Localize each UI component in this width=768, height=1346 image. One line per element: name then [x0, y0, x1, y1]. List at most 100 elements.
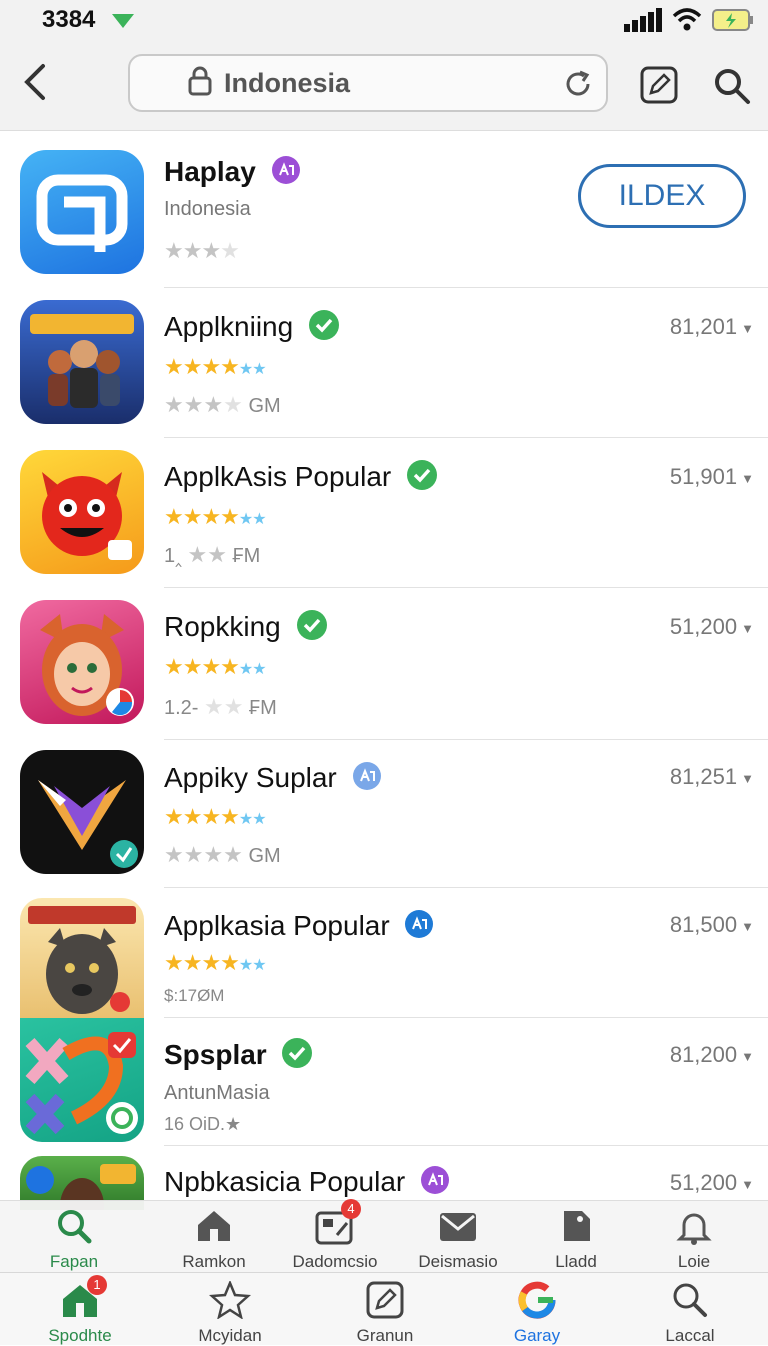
verified-icon: [282, 1038, 313, 1075]
category-fapan[interactable]: Fapan: [14, 1207, 134, 1272]
chevron-down-icon: ▼: [741, 770, 754, 786]
app-meta: 16 OiD.★: [164, 1114, 242, 1134]
verified-icon: [407, 460, 438, 497]
app-meta-text: GM: [248, 395, 281, 417]
rating-stars: ★★★★★★: [164, 654, 267, 679]
download-count[interactable]: 81,500 ▼: [670, 912, 754, 938]
category-lladd[interactable]: Lladd: [516, 1207, 636, 1272]
download-count-text: 51,200: [669, 614, 738, 639]
blue-tag-icon: [352, 762, 381, 797]
chevron-down-icon: ▼: [741, 918, 754, 934]
tab-garay[interactable]: Garay: [477, 1281, 597, 1346]
meta-stars: ★★★★: [164, 842, 243, 867]
tab-granun[interactable]: Granun: [325, 1281, 445, 1346]
tag-icon: [564, 1211, 590, 1241]
address-text: Indonesia: [224, 67, 351, 98]
rating-stars: ★★★★★★: [164, 804, 267, 829]
category-loie[interactable]: Loie: [634, 1207, 754, 1272]
home-icon: [198, 1211, 230, 1241]
app-title: ApplkAsis Popular: [164, 460, 438, 497]
notification-badge: 1: [87, 1275, 107, 1295]
download-count-text: 81,251: [669, 764, 738, 789]
download-count[interactable]: 51,901 ▼: [670, 464, 754, 490]
rating-stars: ★★★★★★: [164, 950, 267, 975]
download-count[interactable]: 81,251 ▼: [670, 764, 754, 790]
app-title-text: Appiky Suplar: [164, 762, 337, 793]
tab-label: Mcyidan: [198, 1326, 262, 1345]
app-title-text: Haplay: [164, 156, 256, 187]
status-time: 3384: [42, 6, 96, 33]
tab-label: Garay: [513, 1326, 561, 1345]
app-icon: [20, 750, 144, 874]
chevron-down-icon: ▼: [741, 1048, 754, 1064]
category-deismasio[interactable]: Deismasio: [398, 1207, 518, 1272]
app-row[interactable]: ApplkAsis Popular ★★★★★★ 1‸ ★★ ₣M 51,901…: [0, 438, 768, 588]
tab-spodhte[interactable]: 1 Spodhte: [20, 1275, 140, 1346]
meta-star-faded: ★: [223, 392, 243, 417]
app-meta-prefix: 1‸: [164, 545, 182, 567]
edit-icon: [640, 66, 678, 104]
app-meta-text: ₣M: [232, 545, 261, 567]
tab-laccal[interactable]: Laccal: [630, 1281, 750, 1346]
app-title: Applkasia Popular: [164, 910, 434, 945]
app-row[interactable]: Npbkasicia Popular 51,200 ▼: [0, 1146, 768, 1210]
search-icon: [715, 69, 750, 104]
reload-icon[interactable]: [562, 68, 594, 105]
app-row[interactable]: Applkniing ★★★★★★ ★★★★ GM 81,201 ▼: [0, 288, 768, 438]
notification-badge: 4: [341, 1199, 361, 1219]
app-meta-text: ₣M: [249, 697, 277, 719]
app-title: Appiky Suplar: [164, 762, 381, 797]
app-title: Haplay: [164, 156, 300, 191]
category-ramkon[interactable]: Ramkon: [154, 1207, 274, 1272]
wifi-icon: [672, 8, 702, 37]
search-button[interactable]: [712, 66, 752, 111]
tab-label: Granun: [356, 1326, 414, 1345]
app-title-text: Applkniing: [164, 310, 294, 342]
app-title-text: ApplkAsis Popular: [164, 460, 392, 492]
app-title: Spsplar: [164, 1038, 313, 1075]
top-bar: Indonesia: [0, 44, 768, 131]
google-icon: [518, 1281, 556, 1319]
app-row[interactable]: Ropkking ★★★★★★ 1.2- ★★ ₣M 51,200 ▼: [0, 588, 768, 740]
app-meta: $:17ØM: [164, 986, 225, 1005]
app-icon: [20, 150, 144, 274]
download-count[interactable]: 81,201 ▼: [670, 314, 754, 340]
download-count-text: 51,200: [669, 1170, 738, 1195]
verified-icon: [296, 610, 327, 647]
app-subtitle: Indonesia: [164, 198, 251, 220]
star-icon: [208, 1279, 252, 1320]
mail-icon: [440, 1213, 476, 1241]
edit-button[interactable]: [640, 66, 678, 109]
install-button[interactable]: ILDEX: [578, 164, 746, 228]
meta-stars: ★★: [187, 542, 227, 567]
app-row[interactable]: Spsplar AntunMasia 16 OiD.★ 81,200 ▼: [0, 1018, 768, 1146]
app-meta-text: GM: [248, 845, 281, 867]
download-count[interactable]: 81,200 ▼: [670, 1042, 754, 1068]
app-icon: [20, 450, 144, 574]
app-meta: 1‸ ★★ ₣M: [164, 542, 260, 568]
app-row[interactable]: Appiky Suplar ★★★★★★ ★★★★ GM 81,251 ▼: [0, 740, 768, 888]
back-icon: [24, 64, 45, 100]
app-meta: 1.2- ★★ ₣M: [164, 694, 277, 720]
search-icon: [58, 1210, 92, 1244]
app-icon: [20, 300, 144, 424]
status-icons: [624, 8, 754, 37]
download-count[interactable]: 51,200 ▼: [670, 1170, 754, 1196]
category-dadomcsio[interactable]: 4 Dadomcsio: [275, 1199, 395, 1272]
edit-icon: [366, 1281, 404, 1319]
app-icon: [20, 1018, 144, 1142]
app-title-text: Applkasia Popular: [164, 910, 390, 941]
app-row[interactable]: Applkasia Popular ★★★★★★ $:17ØM 81,500 ▼: [0, 888, 768, 1018]
status-bar: 3384: [0, 0, 768, 44]
download-count-text: 81,200: [669, 1042, 738, 1067]
download-count[interactable]: 51,200 ▼: [670, 614, 754, 640]
back-button[interactable]: [16, 62, 52, 102]
blue-tag-icon: [405, 910, 434, 945]
address-bar[interactable]: Indonesia: [128, 54, 608, 112]
featured-app-row[interactable]: Haplay Indonesia ★★★★ ILDEX: [0, 130, 768, 288]
tab-mcyidan[interactable]: Mcyidan: [170, 1279, 290, 1346]
app-title: Ropkking: [164, 610, 327, 647]
verified-icon: [308, 310, 339, 347]
category-label: Lladd: [555, 1252, 597, 1271]
app-icon: [20, 600, 144, 724]
